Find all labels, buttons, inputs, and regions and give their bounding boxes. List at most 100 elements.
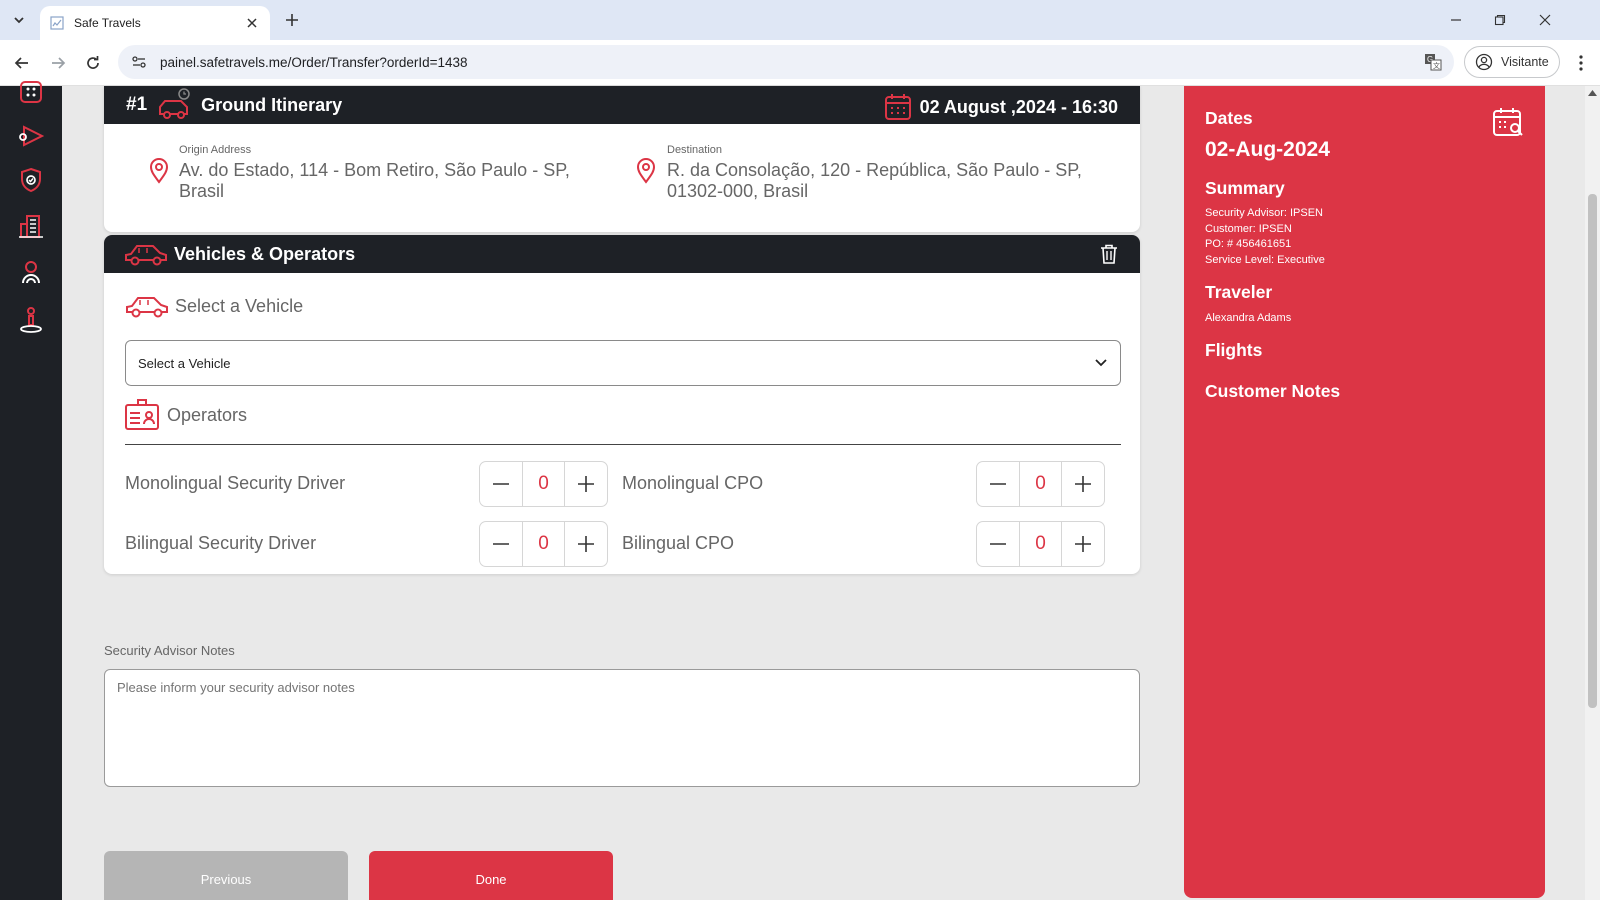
operator-stepper[interactable]: 0 [479,521,608,567]
origin-address-block: Origin Address Av. do Estado, 114 - Bom … [179,144,599,202]
car-clock-icon [157,88,193,122]
user-signal-icon[interactable] [17,259,45,287]
decrement-button[interactable] [977,522,1019,566]
tab-title: Safe Travels [74,16,141,30]
tab-close-icon[interactable] [244,15,260,31]
operators-divider [125,444,1121,445]
origin-pin-icon [149,158,169,184]
site-settings-icon[interactable] [130,53,148,71]
vehicle-select[interactable]: Select a Vehicle [125,340,1121,386]
decrement-button[interactable] [977,462,1019,506]
security-advisor-notes-input[interactable] [104,669,1140,787]
buildings-icon[interactable] [17,212,45,240]
increment-button[interactable] [1062,462,1104,506]
chevron-down-icon [1094,355,1108,369]
id-badge-icon [125,399,159,431]
address-bar[interactable]: painel.safetravels.me/Order/Transfer?ord… [118,45,1454,79]
forward-arrow-icon[interactable] [47,52,69,74]
person-location-icon[interactable] [17,306,45,334]
trash-icon[interactable] [1100,244,1118,264]
summary-heading: Summary [1205,178,1285,198]
operator-stepper[interactable]: 0 [976,521,1105,567]
previous-button-label: Previous [200,872,252,887]
decrement-button[interactable] [480,462,522,506]
minus-icon [990,543,1007,545]
shield-icon[interactable] [17,166,45,194]
done-button-label: Done [475,872,507,887]
summary-line: PO: # 456461651 [1205,238,1292,250]
profile-avatar-icon [1475,53,1493,71]
flights-heading: Flights [1205,339,1263,360]
itinerary-title: Ground Itinerary [201,94,343,115]
page-favicon-icon [50,16,64,30]
close-window-icon[interactable] [1535,10,1555,30]
dates-heading: Dates [1205,108,1253,128]
scroll-up-arrow-icon[interactable] [1588,90,1597,96]
operator-count[interactable]: 0 [522,522,565,566]
destination-address-block: Destination R. da Consolação, 120 - Repú… [667,144,1107,202]
increment-button[interactable] [565,522,607,566]
operator-count[interactable]: 0 [1019,522,1062,566]
send-icon[interactable] [17,122,45,150]
plus-icon [1074,476,1091,492]
itinerary-date: 02 August ,2024 - 16:30 [884,93,1118,121]
minus-icon [990,483,1007,485]
vehicles-header: Vehicles & Operators [104,235,1140,273]
summary-date: 02-Aug-2024 [1205,138,1330,161]
operator-count[interactable]: 0 [522,462,565,506]
origin-label: Origin Address [179,144,252,156]
increment-button[interactable] [565,462,607,506]
increment-button[interactable] [1062,522,1104,566]
customer-notes-heading: Customer Notes [1205,380,1341,401]
calendar-search-icon [1493,108,1523,136]
url-text[interactable]: painel.safetravels.me/Order/Transfer?ord… [160,55,468,70]
vehicle-select-value: Select a Vehicle [138,355,231,371]
decrement-button[interactable] [480,522,522,566]
back-arrow-icon[interactable] [11,52,33,74]
destination-pin-icon [636,158,656,184]
select-vehicle-heading-text: Select a Vehicle [175,295,304,316]
itinerary-date-text: 02 August ,2024 - 16:30 [919,96,1118,117]
summary-details: Security Advisor: IPSEN Customer: IPSEN … [1205,206,1524,268]
restore-window-icon[interactable] [1490,10,1510,30]
operator-count[interactable]: 0 [1019,462,1062,506]
summary-line: Security Advisor: IPSEN [1205,207,1323,219]
minimize-window-icon[interactable] [1446,10,1466,30]
traveler-name: Alexandra Adams [1205,312,1292,324]
origin-line-1: Av. do Estado, 114 - Bom Retiro, São Pau… [179,160,570,180]
reload-icon[interactable] [82,52,104,74]
translate-icon[interactable]: G文 [1424,53,1442,71]
itinerary-card: #1 Ground Itinerary 02 August ,2024 - 16… [104,86,1140,232]
browser-menu-icon[interactable] [1570,52,1592,74]
plus-icon [577,476,594,492]
destination-label: Destination [667,144,723,156]
operator-label: Bilingual CPO [622,533,735,553]
operators-heading: Operators [125,399,247,431]
app-sidebar [0,81,62,900]
vehicles-operators-card: Vehicles & Operators Select a Vehicle Se… [104,235,1140,574]
profile-button[interactable]: Visitante [1464,46,1560,78]
operator-stepper[interactable]: 0 [976,461,1105,507]
itinerary-number: #1 [126,94,148,115]
traveler-heading: Traveler [1205,282,1273,302]
done-button[interactable]: Done [369,851,613,900]
order-summary-panel: Dates 02-Aug-2024 Summary Security Advis… [1184,86,1545,898]
plus-icon [577,536,594,552]
page-scrollbar[interactable] [1585,86,1600,900]
car-outline-icon [125,292,169,320]
destination-line-1: R. da Consolação, 120 - República, São P… [667,160,1082,180]
scrollbar-thumb[interactable] [1588,194,1597,708]
calendar-icon [884,94,911,120]
summary-line: Service Level: Executive [1205,253,1325,266]
dashboard-icon[interactable] [17,78,45,106]
browser-tab-bar: Safe Travels [0,0,1600,40]
browser-tab[interactable]: Safe Travels [40,6,270,40]
operator-label: Monolingual Security Driver [125,473,346,493]
tab-search-chevron-icon[interactable] [8,9,30,31]
plus-icon [1074,536,1091,552]
svg-text:文: 文 [1433,61,1440,70]
operator-stepper[interactable]: 0 [479,461,608,507]
browser-toolbar: painel.safetravels.me/Order/Transfer?ord… [0,40,1600,86]
previous-button[interactable]: Previous [104,851,348,900]
new-tab-plus-icon[interactable] [282,10,302,30]
